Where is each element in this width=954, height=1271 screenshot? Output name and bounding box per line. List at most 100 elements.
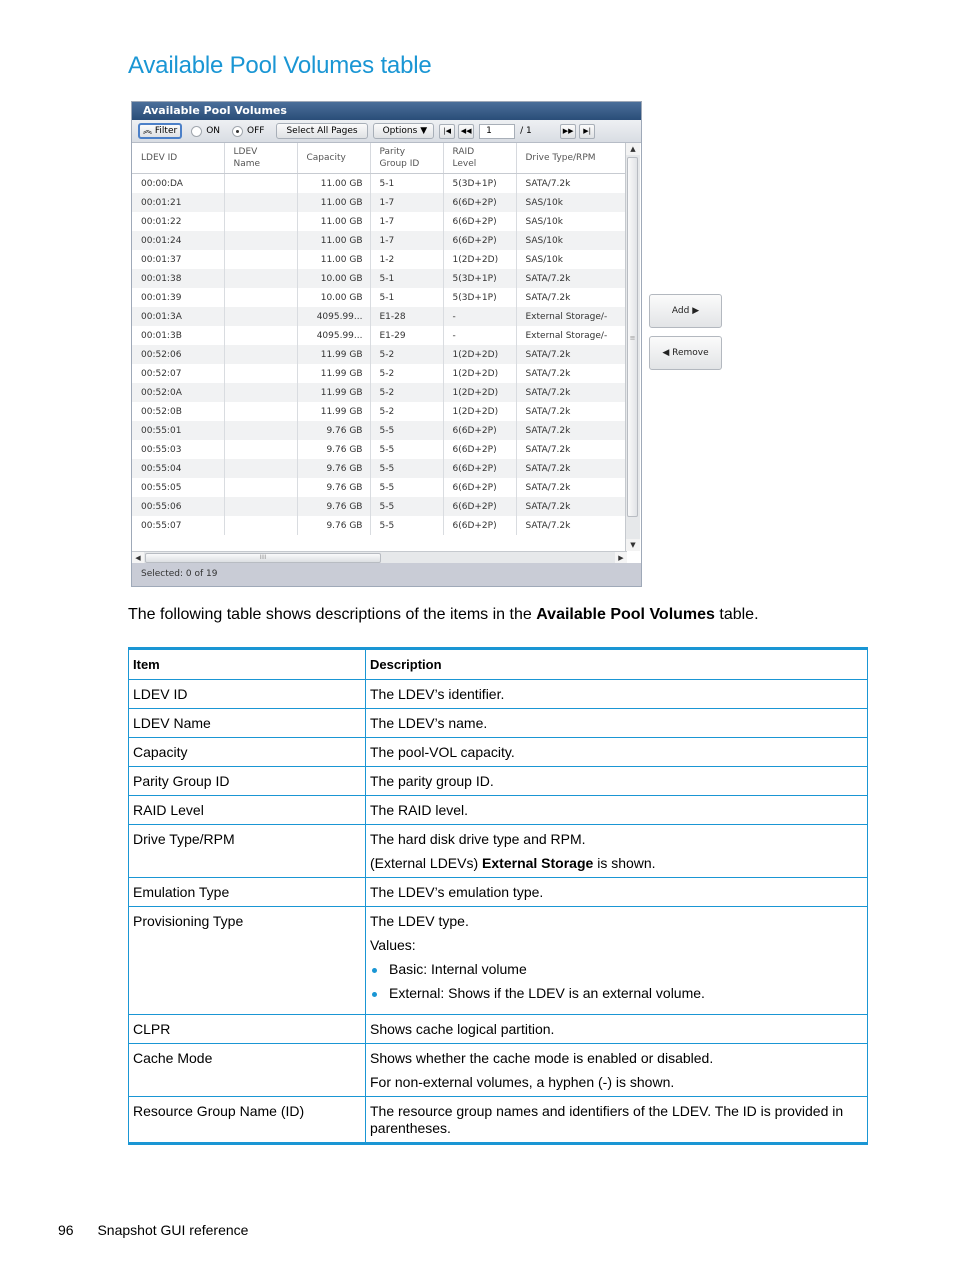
table-cell: 00:55:03 (132, 440, 225, 459)
description-text: The LDEV’s identifier. (370, 686, 505, 702)
table-cell: 1-7 (370, 212, 444, 231)
scroll-down-icon[interactable]: ▼ (626, 539, 640, 551)
remove-button[interactable]: ◀ Remove (649, 336, 722, 370)
description-text: Shows whether the cache mode is enabled … (370, 1050, 714, 1066)
description-fragment: is shown. (593, 855, 656, 871)
table-row[interactable]: 00:01:39 10.00 GB 5-1 5(3D+1P) SATA/7.2k (132, 288, 627, 307)
table-row[interactable]: 00:52:07 11.99 GB 5-2 1(2D+2D) SATA/7.2k (132, 364, 627, 383)
add-button[interactable]: Add ▶ (649, 294, 722, 328)
table-cell: 11.99 GB (297, 364, 371, 383)
description-text: The LDEV type. (370, 913, 469, 929)
table-row[interactable]: 00:52:0B 11.99 GB 5-2 1(2D+2D) SATA/7.2k (132, 402, 627, 421)
description-text: The hard disk drive type and RPM. (370, 831, 586, 847)
vertical-scrollbar[interactable]: ▲ ≡ ▼ (625, 143, 640, 551)
table-cell: 4095.99... (297, 326, 371, 345)
column-header[interactable]: Capacity (297, 143, 371, 174)
table-row[interactable]: 00:01:37 11.00 GB 1-2 1(2D+2D) SAS/10k (132, 250, 627, 269)
table-row: Parity Group ID The parity group ID. (128, 766, 868, 796)
table-cell: 00:01:22 (132, 212, 225, 231)
filter-button[interactable]: ︽ Filter (138, 123, 183, 139)
toolbar: ︽ Filter ON OFF Select All Pages Options… (132, 120, 641, 143)
section-title: Available Pool Volumes table (128, 52, 432, 79)
table-cell: 11.00 GB (297, 231, 371, 250)
table-row[interactable]: 00:01:3A 4095.99... E1-28- External Storage… (132, 307, 627, 326)
next-page-button[interactable]: ▶▶ (560, 123, 577, 139)
table-cell: 00:01:3B (132, 326, 225, 345)
item-cell: Parity Group ID (128, 766, 366, 796)
table-cell: 5-2 (370, 383, 444, 402)
table-cell: 1-7 (370, 193, 444, 212)
description-cell: The LDEV’s name. (365, 708, 868, 738)
column-header-text: Parity (379, 147, 406, 157)
table-cell: 00:52:0B (132, 402, 225, 421)
table-row[interactable]: 00:55:05 9.76 GB 5-5 6(6D+2P) SATA/7.2k (132, 478, 627, 497)
table-row[interactable]: 00:55:06 9.76 GB 5-5 6(6D+2P) SATA/7.2k (132, 497, 627, 516)
column-header[interactable]: RAID Level (443, 143, 517, 174)
item-cell: Provisioning Type (128, 906, 366, 1015)
page-footer: 96 Snapshot GUI reference (58, 1222, 248, 1238)
table-row[interactable]: 00:55:04 9.76 GB 5-5 6(6D+2P) SATA/7.2k (132, 459, 627, 478)
table-cell: 6(6D+2P) (443, 212, 517, 231)
table-cell: 11.00 GB (297, 173, 371, 193)
table-cell: 00:52:06 (132, 345, 225, 364)
column-header[interactable]: Parity Group ID (370, 143, 444, 174)
table-row[interactable]: 00:01:3B 4095.99... E1-29- External Storage… (132, 326, 627, 345)
table-cell: 9.76 GB (297, 421, 371, 440)
table-row[interactable]: 00:01:24 11.00 GB 1-7 6(6D+2P) SAS/10k (132, 231, 627, 250)
first-page-button[interactable]: |◀ (439, 123, 456, 139)
table-cell: 6(6D+2P) (443, 440, 517, 459)
horizontal-scroll-thumb[interactable]: IIII (145, 553, 381, 563)
table-cell: SATA/7.2k (516, 478, 627, 497)
table-cell: 00:55:07 (132, 516, 225, 535)
table-row[interactable]: 00:55:03 9.76 GB 5-5 6(6D+2P) SATA/7.2k (132, 440, 627, 459)
column-header[interactable]: Drive Type/RPM (516, 143, 627, 174)
table-row[interactable]: 00:00:DA 11.00 GB 5-1 5(3D+1P) SATA/7.2k (132, 173, 627, 193)
table-cell: 00:52:0A (132, 383, 225, 402)
filter-on-radio[interactable] (191, 125, 203, 137)
table-cell (224, 212, 298, 231)
table-row[interactable]: 00:55:07 9.76 GB 5-5 6(6D+2P) SATA/7.2k (132, 516, 627, 535)
table-row[interactable]: 00:55:01 9.76 GB 5-5 6(6D+2P) SATA/7.2k (132, 421, 627, 440)
select-all-pages-button[interactable]: Select All Pages (276, 123, 368, 139)
table-cell (224, 326, 298, 345)
table-cell: 5-1 (370, 288, 444, 307)
previous-page-button[interactable]: ◀◀ (458, 123, 475, 139)
table-row[interactable]: 00:01:22 11.00 GB 1-7 6(6D+2P) SAS/10k (132, 212, 627, 231)
table-row[interactable]: 00:01:21 11.00 GB 1-7 6(6D+2P) SAS/10k (132, 193, 627, 212)
table-cell: 5-1 (370, 269, 444, 288)
item-cell: Emulation Type (128, 877, 366, 907)
table-cell: 10.00 GB (297, 269, 371, 288)
vertical-scroll-thumb[interactable]: ≡ (627, 157, 638, 517)
table-cell: 1-7 (370, 231, 444, 250)
table-cell (224, 516, 298, 535)
table-cell: 00:55:05 (132, 478, 225, 497)
table-cell: 11.99 GB (297, 345, 371, 364)
page-number-input[interactable]: 1 (479, 123, 516, 139)
table-cell (224, 459, 298, 478)
filter-on-label: ON (206, 126, 221, 136)
table-cell: 11.00 GB (297, 193, 371, 212)
table-row[interactable]: 00:01:38 10.00 GB 5-1 5(3D+1P) SATA/7.2k (132, 269, 627, 288)
page-total: / 1 (520, 126, 532, 136)
item-cell: LDEV Name (128, 708, 366, 738)
table-cell: 11.99 GB (297, 383, 371, 402)
table-cell: E1-28 (370, 307, 444, 326)
table-row[interactable]: 00:52:0A 11.99 GB 5-2 1(2D+2D) SATA/7.2k (132, 383, 627, 402)
table-cell: 6(6D+2P) (443, 421, 517, 440)
table-cell (224, 421, 298, 440)
description-cell: The hard disk drive type and RPM. (Extern… (365, 824, 868, 878)
column-header[interactable]: LDEV Name (224, 143, 298, 174)
table-cell: SATA/7.2k (516, 383, 627, 402)
last-page-button[interactable]: ▶| (579, 123, 596, 139)
column-header[interactable]: LDEV ID (132, 143, 225, 174)
table-cell: SATA/7.2k (516, 402, 627, 421)
table-cell: - (443, 307, 517, 326)
table-row[interactable]: 00:52:06 11.99 GB 5-2 1(2D+2D) SATA/7.2k (132, 345, 627, 364)
filter-off-radio[interactable] (232, 125, 244, 137)
table-cell: SATA/7.2k (516, 288, 627, 307)
column-header-text: Drive Type/RPM (525, 153, 596, 163)
scroll-up-icon[interactable]: ▲ (626, 143, 640, 155)
options-button[interactable]: Options ▼ (372, 123, 435, 139)
table-cell: 9.76 GB (297, 459, 371, 478)
available-pool-volumes-panel: Available Pool Volumes ︽ Filter ON OFF S… (131, 101, 642, 587)
